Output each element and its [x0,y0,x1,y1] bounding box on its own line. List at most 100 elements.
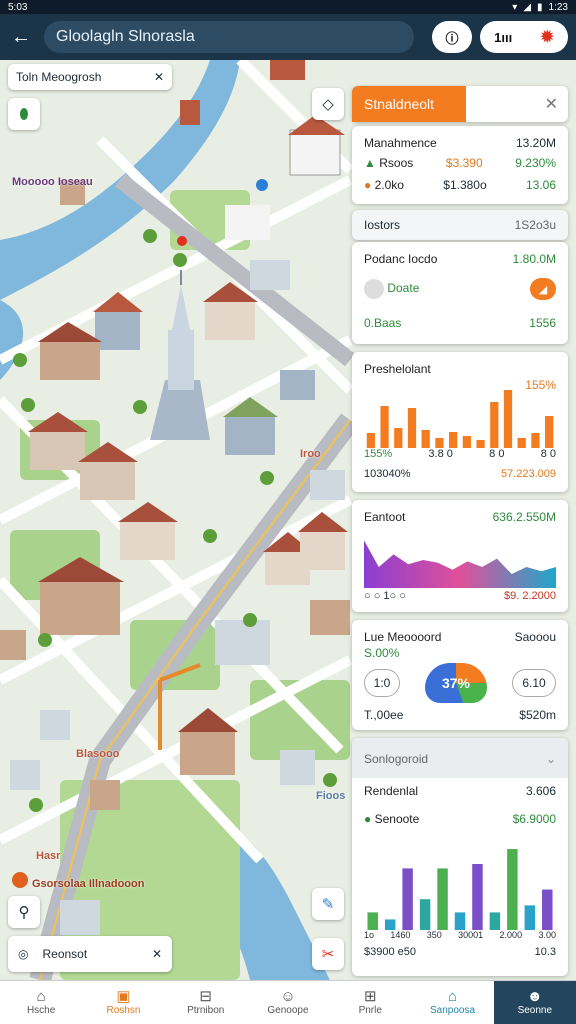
compass-button[interactable]: ◇ [312,88,344,120]
map-chip-label: Toln Meoogrosh [16,70,102,84]
nav-user[interactable]: ☺ Genoope [247,981,329,1024]
chart-bar [476,440,485,448]
footer-left: T.,00ee [364,708,404,722]
dot-icon: ● [364,812,372,826]
x-axis-label: 350 [426,930,442,940]
info-button[interactable]: ⓘ [432,21,472,53]
edit-button[interactable]: ✎ [312,888,344,920]
row1-value: 9.230% [515,156,556,170]
nav-inbox[interactable]: ⊟ Ptrnibon [165,981,247,1024]
left-pill[interactable]: 1:0 [364,669,400,697]
residential-card[interactable]: Sonlogoroid ⌄ Rendenlal 3.606 ● Senoote … [352,738,568,976]
compass-icon: ◇ [322,96,334,113]
close-icon[interactable]: ✕ [152,947,162,961]
card-title: Preshelolant [364,362,431,376]
product-card[interactable]: Podanc Iocdo 1.80.0M Doate ◢ 0.Baas 1556 [352,242,568,344]
nav-profile[interactable]: ☻ Seonne [493,981,576,1024]
x-axis-label: 30001 [458,930,484,940]
house-icon: ▲ [364,156,376,170]
card-value: 3.606 [525,784,556,798]
chart-bar [472,864,483,930]
user-icon: ☺ [280,988,296,1005]
chart-bar [384,919,396,930]
card-title: Eantoot [364,510,406,524]
legend-4: 8 0 [540,448,556,460]
chart-bar [407,408,417,448]
nav-home[interactable]: ⌂ Hsche [0,981,82,1024]
chart-bar [545,416,554,448]
leaf-icon: ⬮ [19,105,29,123]
chart-bar [449,432,458,448]
management-card[interactable]: Manahmence 13.20M ▲ Rsoos $3.390 9.230% … [352,126,568,204]
info-icon: ⓘ [445,30,459,46]
nav-label: Genoope [267,1005,309,1016]
chart-bar [524,905,536,930]
area-card[interactable]: Eantoot 636.2.550M ○ ○ 1○ ○ $9. 2.2000 [352,500,568,612]
tools-button[interactable]: ✂ [312,938,344,970]
footer-left: ○ ○ 1○ ○ [364,590,406,602]
gear-icon: ✹ [540,29,554,46]
header-label: Sonlogoroid [364,752,429,766]
nav-pin[interactable]: ▣ Roshsn [82,981,164,1024]
card-value: 636.2.550M [492,510,556,524]
bar-chart-1 [366,390,554,448]
card-title: Lue Meoooord [364,630,442,644]
legend-3: 8 0 [489,448,505,460]
nav-label: Hsche [26,1005,56,1016]
compass-small-icon: ◎ [18,947,29,961]
nav-folder[interactable]: ⌂ Sanpoosa [411,981,493,1024]
chart-bar [489,912,501,930]
right-pill[interactable]: 6.10 [512,669,556,697]
alert-card[interactable]: Stnaldneolt ✕ [352,86,568,122]
menu-label: 1ııı [494,29,513,45]
map-label-6: Fioos [316,790,346,802]
footer-right: 57.223.009 [500,468,556,480]
card-sub: S.00% [364,646,400,660]
back-arrow-icon[interactable]: ← [8,24,34,50]
nav-basket[interactable]: ⊞ Pnrle [329,981,411,1024]
legend-2: 3.8 0 [428,448,453,460]
map-label-2: Iroo [300,448,321,460]
chart-bar [437,868,448,930]
tools-icon: ✂ [321,946,335,963]
chart-bar [503,390,513,448]
location-button[interactable]: ⚲ [8,896,40,928]
gauge-card[interactable]: Lue Meoooord Saooou S.00% 1:0 37% 6.10 T… [352,620,568,730]
footer-right: $520m [519,708,556,722]
footer-label: 0.Baas [364,316,402,330]
search-text: Gloolagln Slnorasla [56,28,195,45]
chart-bar [542,889,553,930]
alert-tab[interactable]: Stnaldneolt [352,86,466,122]
card-value: Saooou [514,630,556,644]
map-bottom-chip[interactable]: ◎ Reonsot ✕ [8,936,172,972]
chart-bar [531,433,540,448]
row2-value: 13.06 [525,178,556,192]
percent-card[interactable]: Preshelolant 155% 155% 3.8 0 8 0 8 0 103… [352,352,568,492]
map-search-chip[interactable]: Toln Meoogrosh ✕ [8,64,172,90]
signal-icon: ◢ [523,1,532,13]
row1-label: Rsoos [379,156,414,170]
close-icon[interactable]: ✕ [154,70,164,84]
menu-button[interactable]: 1ııı ✹ [480,21,568,53]
nav-label: Sanpoosa [430,1005,476,1016]
coin-icon: ● [364,178,372,192]
sub-value: $6.9000 [512,812,556,826]
sub-label: Senoote [374,812,420,826]
search-bar[interactable]: Gloolagln Slnorasla [44,21,414,53]
card-title-value: 13.20M [515,136,556,150]
chart-bar [367,912,378,930]
inbox-icon: ⊟ [199,988,212,1005]
layers-button[interactable]: ⬮ [8,98,40,130]
close-icon[interactable]: ✕ [545,94,558,114]
collapsible-header[interactable]: Sonlogoroid ⌄ [352,738,568,778]
x-axis-label: 2.000 [499,930,523,940]
card-value: 1.80.0M [512,252,556,266]
nav-label: Pnrle [358,1005,382,1016]
status-icons: ▾ ◢ ▮ 1:23 [512,2,568,13]
x-axis-label: 3.00 [538,930,556,940]
folder-icon: ⌂ [448,988,458,1005]
app-header: ← Gloolagln Slnorasla ⓘ 1ııı ✹ [0,14,576,60]
chart-bar [462,436,471,448]
action-button[interactable]: ◢ [530,278,556,300]
status-clock: 1:23 [548,1,568,13]
